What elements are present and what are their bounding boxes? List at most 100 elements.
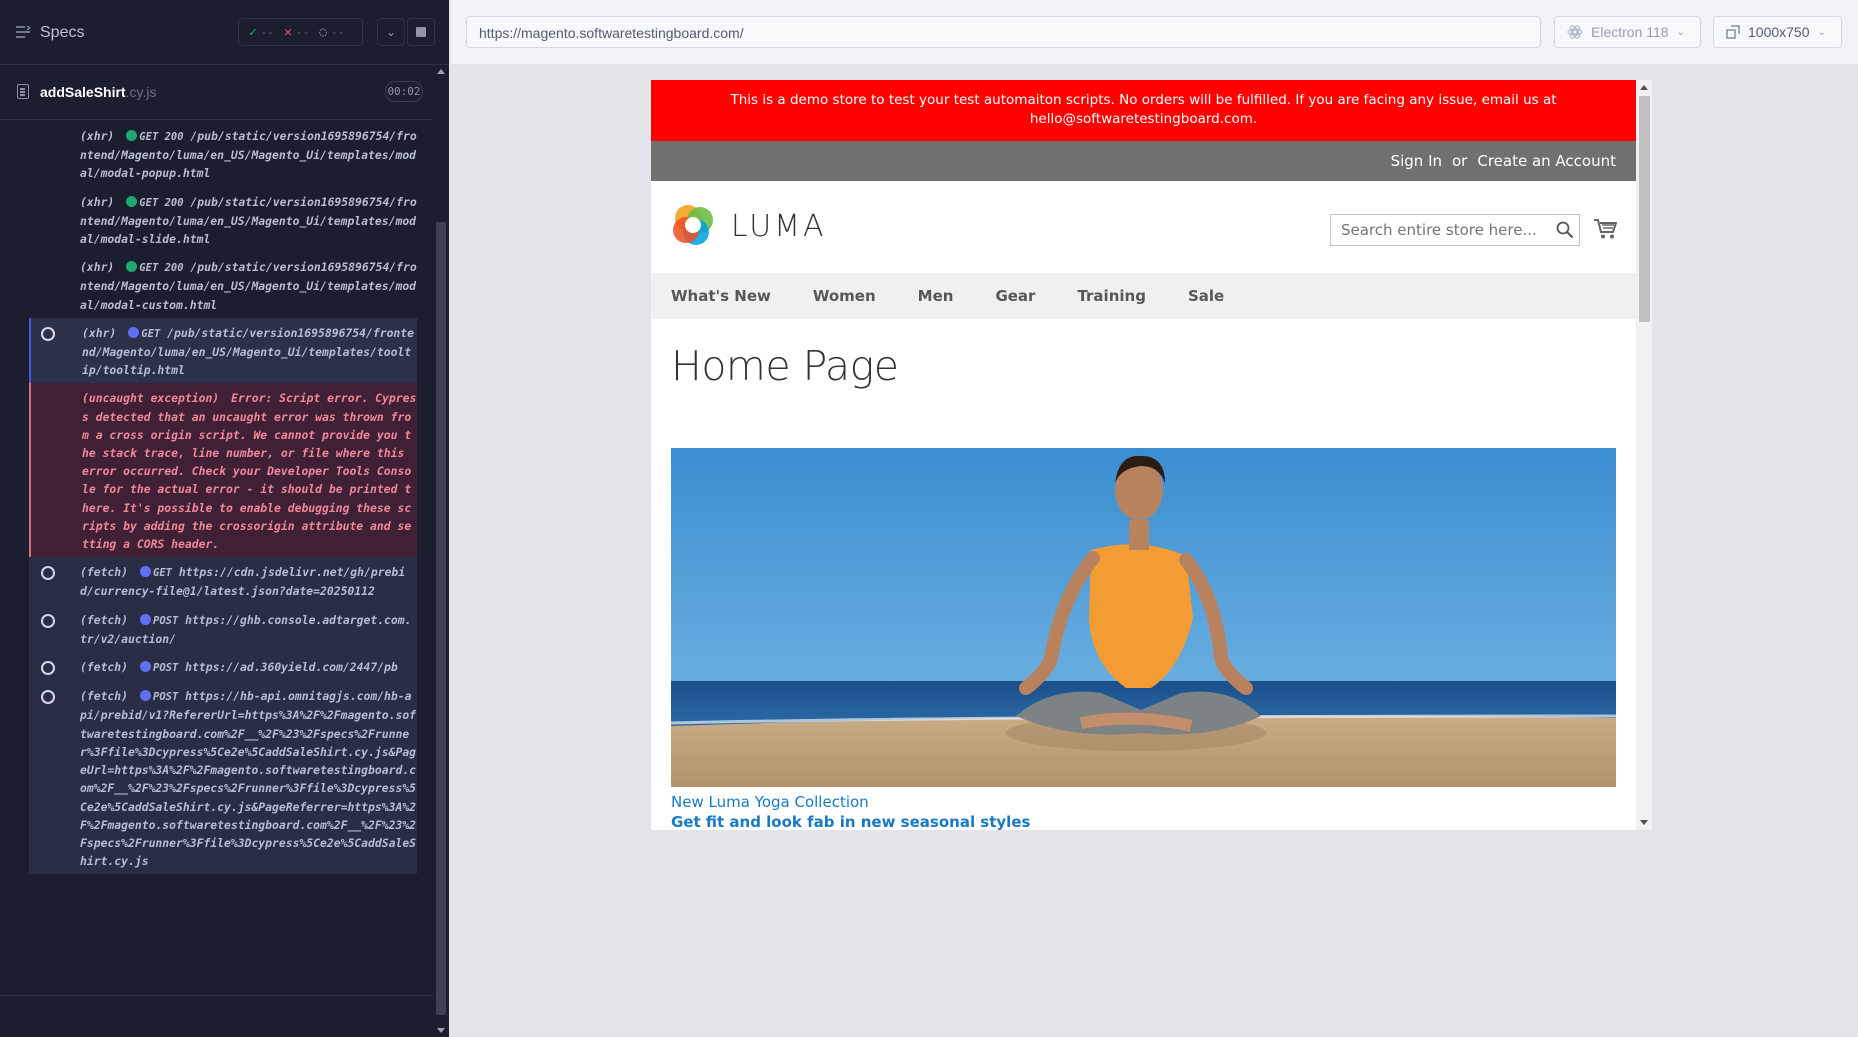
nav-whats-new[interactable]: What's New — [671, 273, 771, 319]
search-icon[interactable] — [1556, 221, 1574, 239]
status-dot-icon — [126, 195, 138, 207]
pending-icon: ◌ — [319, 24, 327, 40]
cart-icon[interactable] — [1593, 218, 1617, 240]
aut-frame: This is a demo store to test your test a… — [651, 80, 1651, 830]
scroll-up-icon[interactable] — [437, 69, 445, 74]
command-log: (xhr) GET 200 /pub/static/version16958967… — [29, 121, 417, 985]
spec-duration: 00:02 — [385, 81, 423, 102]
aut-toolbar: https://magento.softwaretestingboard.com… — [451, 0, 1858, 65]
command-kind: (xhr) — [80, 260, 115, 275]
scroll-thumb[interactable] — [436, 222, 446, 1015]
command-status: POST — [153, 662, 179, 675]
stop-icon — [416, 27, 426, 37]
or-text: or — [1452, 152, 1468, 170]
status-dot-icon — [126, 261, 138, 273]
command-kind: (xhr) — [82, 325, 117, 340]
browser-label: Electron 118 — [1591, 24, 1669, 40]
specs-title[interactable]: Specs — [40, 24, 84, 42]
command-message: Error: Script error. Cypress detected th… — [82, 391, 417, 552]
command-status: POST — [153, 691, 179, 704]
status-dot-icon — [140, 690, 152, 702]
chevron-down-icon: ⌄ — [1676, 26, 1685, 38]
status-dot-icon — [126, 130, 138, 141]
search-input[interactable]: Search entire store here... — [1330, 214, 1580, 246]
viewport-selector[interactable]: 1000x750 ⌄ — [1713, 16, 1842, 48]
stats-group: ✓ -- ✕ -- ◌ -- — [238, 18, 363, 46]
hero-caption-link[interactable]: New Luma Yoga Collection — [671, 793, 869, 811]
failed-stat: ✕ -- — [284, 24, 310, 40]
nav-men[interactable]: Men — [918, 273, 954, 319]
command-kind: (fetch) — [80, 565, 129, 580]
status-dot-icon — [128, 326, 140, 338]
command-row[interactable]: (fetch) POST https://ghb.console.adtarget… — [29, 604, 417, 653]
command-status: GET — [153, 567, 172, 580]
command-kind: (xhr) — [80, 194, 115, 209]
spec-name: addSaleShirt.cy.js — [40, 84, 157, 100]
aut-scrollbar[interactable] — [1636, 80, 1652, 830]
status-dot-icon — [140, 613, 152, 625]
reporter-header: Specs ✓ -- ✕ -- ◌ -- ⌄ — [0, 0, 449, 65]
command-row[interactable]: (xhr) GET 200 /pub/static/version16958967… — [29, 121, 417, 187]
command-row[interactable]: (uncaught exception) Error: Script error.… — [29, 383, 417, 558]
pending-stat: ◌ -- — [319, 24, 345, 40]
spec-row[interactable]: addSaleShirt.cy.js 00:02 — [0, 65, 433, 120]
check-icon: ✓ — [249, 24, 257, 40]
electron-icon — [1567, 25, 1583, 39]
site-header: LUMA Search entire store here... — [651, 181, 1636, 273]
pending-spinner-icon — [41, 690, 55, 705]
command-row[interactable]: (fetch) POST https://hb-api.omnitagjs.com… — [29, 681, 417, 875]
browser-selector[interactable]: Electron 118 ⌄ — [1554, 16, 1701, 48]
command-row[interactable]: (xhr) GET /pub/static/version1695896754/f… — [29, 317, 417, 384]
auto-scroll-button[interactable]: ⌄ — [377, 18, 405, 46]
command-status: POST — [153, 614, 179, 627]
command-kind: (uncaught exception) — [82, 391, 220, 406]
viewport-icon — [1726, 25, 1740, 39]
command-kind: (fetch) — [80, 689, 129, 704]
panel-header: Sign In or Create an Account — [651, 141, 1636, 181]
demo-notice: This is a demo store to test your test a… — [651, 80, 1636, 141]
scroll-up-icon[interactable] — [1640, 85, 1648, 90]
reporter-panel: Specs ✓ -- ✕ -- ◌ -- ⌄ addSaleShirt.cy.js 0… — [0, 0, 449, 1037]
pending-spinner-icon — [41, 566, 55, 581]
main-nav: What's New Women Men Gear Training Sale — [651, 273, 1636, 319]
command-row[interactable]: (xhr) GET 200 /pub/static/version16958967… — [29, 252, 417, 318]
command-message: https://hb-api.omnitagjs.com/hb-api/preb… — [80, 689, 417, 869]
scroll-down-icon[interactable] — [437, 1028, 445, 1033]
command-row[interactable]: (xhr) GET 200 /pub/static/version16958967… — [29, 186, 417, 253]
command-status: GET 200 — [139, 131, 184, 143]
create-account-link[interactable]: Create an Account — [1477, 152, 1616, 170]
stop-button[interactable] — [407, 18, 435, 46]
command-kind: (fetch) — [80, 612, 129, 627]
viewport-label: 1000x750 — [1748, 24, 1810, 40]
reporter-scrollbar[interactable] — [433, 65, 449, 1037]
nav-gear[interactable]: Gear — [995, 273, 1035, 319]
status-dot-icon — [140, 566, 152, 578]
demo-notice-line-2: hello@softwaretestingboard.com. — [1029, 111, 1258, 127]
nav-women[interactable]: Women — [813, 273, 876, 319]
chevron-down-icon: ⌄ — [1817, 26, 1826, 38]
reporter-footer-divider — [0, 995, 433, 996]
scroll-down-icon[interactable] — [1640, 820, 1648, 825]
sign-in-link[interactable]: Sign In — [1391, 152, 1442, 170]
nav-sale[interactable]: Sale — [1188, 273, 1224, 319]
url-bar[interactable]: https://magento.softwaretestingboard.com… — [466, 16, 1541, 48]
command-kind: (fetch) — [80, 660, 129, 675]
hero-caption-heading[interactable]: Get fit and look fab in new seasonal sty… — [671, 813, 1030, 830]
page-title: Home Page — [671, 342, 899, 390]
command-kind: (xhr) — [80, 129, 115, 143]
command-row[interactable]: (fetch) POST https://ad.360yield.com/2447… — [29, 652, 417, 682]
specs-menu-icon[interactable] — [16, 26, 30, 38]
luma-logo-icon[interactable] — [671, 203, 716, 248]
demo-notice-line-1: This is a demo store to test your test a… — [730, 92, 1557, 108]
pending-spinner-icon — [41, 613, 55, 628]
logo-text[interactable]: LUMA — [731, 209, 827, 244]
command-row[interactable]: (fetch) GET https://cdn.jsdelivr.net/gh/p… — [29, 557, 417, 605]
nav-training[interactable]: Training — [1077, 273, 1145, 319]
command-status: GET — [141, 327, 161, 340]
scroll-thumb[interactable] — [1639, 96, 1650, 322]
x-icon: ✕ — [284, 24, 292, 40]
command-status: GET 200 — [139, 262, 184, 275]
cypress-runner: Specs ✓ -- ✕ -- ◌ -- ⌄ addSaleShirt.cy.js 0… — [0, 0, 1858, 1037]
hero-image[interactable] — [671, 448, 1616, 787]
file-icon — [17, 84, 29, 99]
